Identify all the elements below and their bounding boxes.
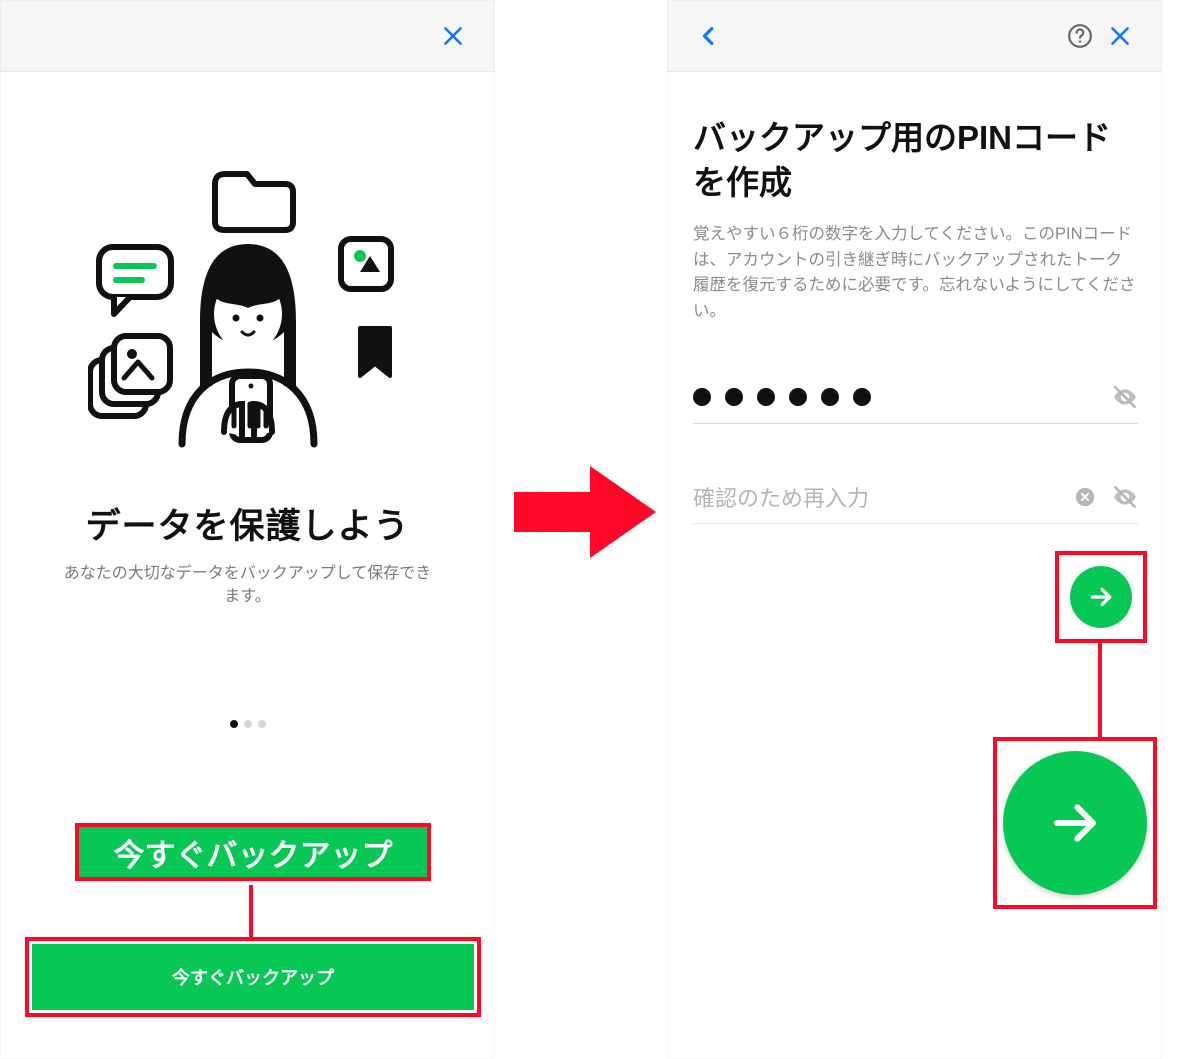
screen-backup-intro: データを保護しよう あなたの大切なデータをバックアップして保存できます。 今すぐ…	[0, 0, 495, 1059]
backup-now-button[interactable]: 今すぐバックアップ	[32, 944, 474, 1010]
next-button[interactable]	[1070, 566, 1132, 628]
highlight-box: 今すぐバックアップ	[25, 937, 481, 1017]
button-label: 今すぐバックアップ	[172, 964, 334, 990]
clear-icon[interactable]	[1072, 484, 1098, 510]
back-icon[interactable]	[689, 16, 729, 56]
next-button-enlarged[interactable]	[1003, 751, 1147, 895]
highlight-box	[1055, 551, 1147, 643]
annotation-connector	[249, 885, 253, 937]
highlight-box	[993, 737, 1157, 909]
screen-create-pin: バックアップ用のPINコードを作成 覚えやすい６桁の数字を入力してください。この…	[667, 0, 1162, 1059]
pin-input[interactable]	[693, 370, 1138, 424]
pin-confirm-input[interactable]: 確認のため再入力	[693, 470, 1138, 524]
page-dot	[244, 720, 252, 728]
callout-backup-now: 今すぐバックアップ	[75, 823, 431, 881]
illustration	[0, 166, 495, 466]
page-title: バックアップ用のPINコードを作成	[693, 116, 1136, 205]
page-indicator	[0, 720, 495, 728]
flow-arrow-icon	[510, 462, 660, 562]
page-dot	[258, 720, 266, 728]
page-title: データを保護しよう	[0, 498, 495, 549]
help-icon[interactable]	[1060, 16, 1100, 56]
placeholder: 確認のため再入力	[693, 481, 869, 513]
topbar	[0, 0, 495, 72]
page-description: あなたの大切なデータをバックアップして保存できます。	[60, 562, 435, 608]
topbar	[667, 0, 1162, 72]
pin-dots	[693, 388, 871, 406]
close-icon[interactable]	[1100, 16, 1140, 56]
annotation-connector	[1098, 643, 1102, 737]
page-dot	[230, 720, 238, 728]
callout-label: 今すぐバックアップ	[114, 830, 393, 875]
close-icon[interactable]	[433, 16, 473, 56]
visibility-off-icon[interactable]	[1112, 384, 1138, 410]
page-description: 覚えやすい６桁の数字を入力してください。このPINコードは、アカウントの引き継ぎ…	[693, 222, 1138, 324]
visibility-off-icon[interactable]	[1112, 484, 1138, 510]
